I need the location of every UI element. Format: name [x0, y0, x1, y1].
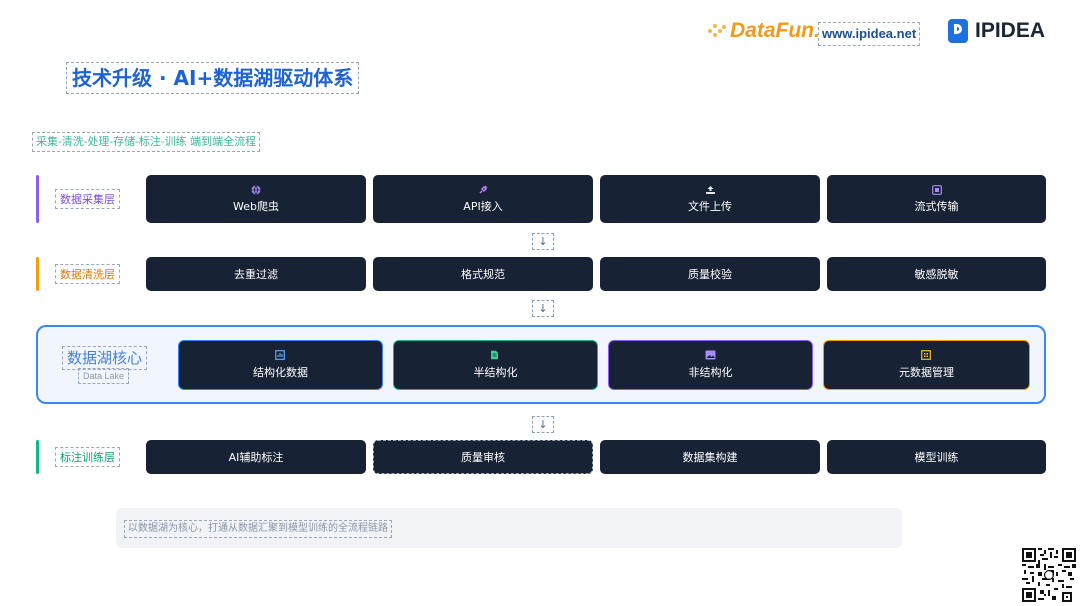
- plug-icon: [478, 184, 489, 195]
- layer-clean-label: 数据清洗层: [55, 264, 120, 284]
- node-label: 结构化数据: [253, 366, 308, 379]
- flow-arrow: ↓: [532, 300, 554, 317]
- node-quality-check[interactable]: 质量校验: [600, 257, 820, 291]
- ipidea-mark-icon: [948, 19, 968, 43]
- image-icon: [705, 350, 716, 361]
- lake-node-semi-structured[interactable]: 半结构化: [393, 340, 598, 390]
- node-dedup-filter[interactable]: 去重过滤: [146, 257, 366, 291]
- node-label: 文件上传: [688, 200, 732, 213]
- node-format-normalize[interactable]: 格式规范: [373, 257, 593, 291]
- footer-note-text: 以数据湖为核心，打通从数据汇聚到模型训练的全流程链路: [124, 520, 392, 538]
- stream-icon: [931, 184, 942, 195]
- document-icon: [490, 350, 501, 361]
- qr-code[interactable]: [1022, 548, 1076, 602]
- lake-node-metadata[interactable]: 元数据管理: [823, 340, 1030, 390]
- node-label: 半结构化: [473, 366, 518, 379]
- ipidea-logo-text: IPIDEA: [975, 19, 1046, 42]
- node-stream-transfer[interactable]: 流式传输: [827, 175, 1046, 223]
- layer-collect: 数据采集层: [36, 175, 134, 223]
- flow-arrow: ↓: [532, 233, 554, 250]
- datafun-logo: DataFun.: [708, 18, 820, 44]
- page-subtitle: 采集-清洗-处理-存储-标注-训练 端到端全流程: [32, 132, 261, 152]
- node-label: Web爬虫: [233, 200, 279, 213]
- lake-node-unstructured[interactable]: 非结构化: [608, 340, 813, 390]
- datafun-dots-icon: [708, 24, 726, 38]
- grid-icon: [921, 350, 932, 361]
- website-url[interactable]: www.ipidea.net: [818, 22, 921, 46]
- table-icon: [275, 350, 286, 361]
- layer-label-train: 标注训练层: [36, 440, 134, 474]
- node-desensitize[interactable]: 敏感脱敏: [827, 257, 1046, 291]
- flow-arrow: ↓: [532, 416, 554, 433]
- ipidea-logo: IPIDEA: [948, 17, 1045, 45]
- node-file-upload[interactable]: 文件上传: [600, 175, 820, 223]
- node-web-crawler[interactable]: Web爬虫: [146, 175, 366, 223]
- node-label: 元数据管理: [899, 366, 954, 379]
- layer-clean: 数据清洗层: [36, 257, 134, 291]
- layer-clean-bar: [36, 257, 39, 291]
- layer-collect-label: 数据采集层: [55, 189, 120, 209]
- node-label: 非结构化: [688, 366, 733, 379]
- layer-label-train-bar: [36, 440, 39, 474]
- node-ai-annotation[interactable]: AI辅助标注: [146, 440, 366, 474]
- node-label: 流式传输: [914, 200, 959, 213]
- data-lake-subtitle: Data Lake: [78, 368, 130, 384]
- datafun-logo-text: DataFun.: [730, 19, 820, 42]
- node-model-training[interactable]: 模型训练: [827, 440, 1046, 474]
- page-title: 技术升级 · AI+数据湖驱动体系: [66, 62, 360, 94]
- globe-icon: [251, 184, 262, 195]
- data-lake-title: 数据湖核心: [62, 346, 148, 370]
- layer-label-train-label: 标注训练层: [55, 447, 120, 467]
- upload-icon: [705, 184, 716, 195]
- layer-collect-bar: [36, 175, 39, 223]
- node-dataset-build[interactable]: 数据集构建: [600, 440, 820, 474]
- node-label: API接入: [463, 200, 503, 213]
- lake-node-structured[interactable]: 结构化数据: [178, 340, 383, 390]
- node-quality-review[interactable]: 质量审核: [373, 440, 593, 474]
- node-api-access[interactable]: API接入: [373, 175, 593, 223]
